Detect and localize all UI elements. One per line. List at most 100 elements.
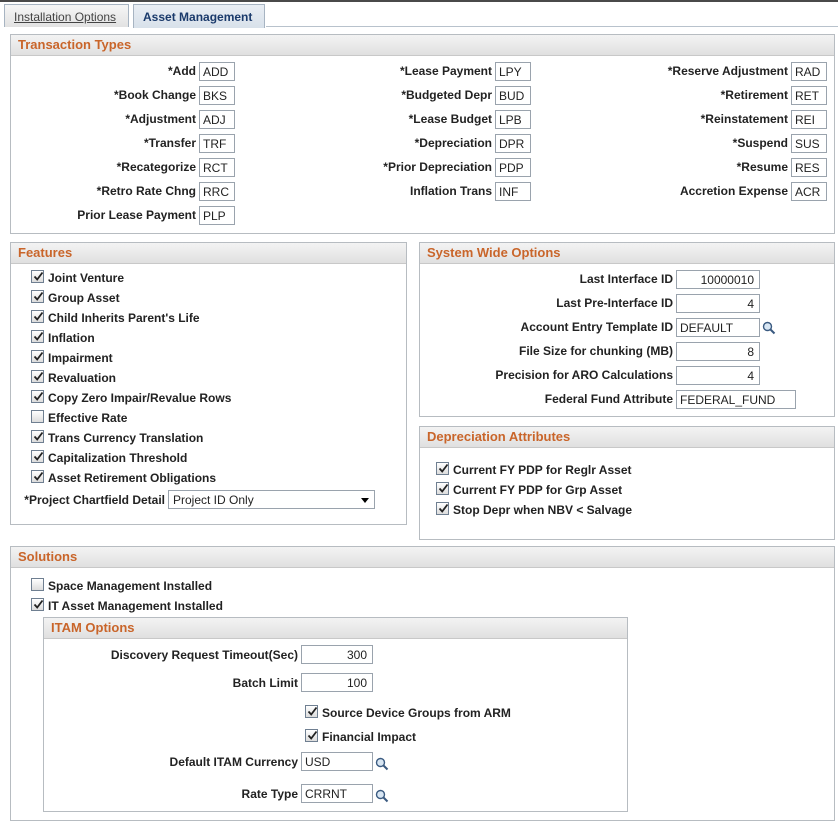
project-chartfield-value: Project ID Only — [173, 493, 254, 507]
feature-checkbox[interactable] — [31, 290, 44, 303]
transaction-type-field[interactable]: BKS — [199, 86, 235, 105]
feature-label: Revaluation — [48, 371, 117, 385]
transaction-type-field[interactable]: RET — [791, 86, 827, 105]
feature-label: Copy Zero Impair/Revalue Rows — [48, 391, 232, 405]
transaction-type-label: Accretion Expense — [679, 184, 788, 198]
depreciation-checkbox[interactable] — [436, 482, 449, 495]
transaction-type-field[interactable]: DPR — [495, 134, 531, 153]
transaction-type-label: *Prior Depreciation — [383, 160, 492, 174]
feature-checkbox[interactable] — [31, 390, 44, 403]
feature-label: Trans Currency Translation — [48, 431, 204, 445]
file-size-field[interactable]: 8 — [676, 342, 760, 361]
rate-type-field[interactable]: CRRNT — [301, 784, 373, 803]
chevron-down-icon — [361, 498, 369, 503]
last-interface-label: Last Interface ID — [579, 272, 673, 286]
tab-label: Installation Options — [14, 10, 117, 24]
transaction-type-field[interactable]: RCT — [199, 158, 235, 177]
transaction-type-field[interactable]: TRF — [199, 134, 235, 153]
feature-checkbox[interactable] — [31, 270, 44, 283]
feature-label: Asset Retirement Obligations — [48, 471, 217, 485]
space-mgmt-label: Space Management Installed — [48, 579, 213, 593]
project-chartfield-select[interactable]: Project ID Only — [168, 490, 375, 509]
magnifier-icon[interactable] — [762, 321, 776, 335]
solutions-title: Solutions — [11, 547, 834, 568]
source-groups-label: Source Device Groups from ARM — [322, 706, 511, 720]
federal-fund-field[interactable]: FEDERAL_FUND — [676, 390, 796, 409]
transaction-type-label: *Depreciation — [414, 136, 492, 150]
magnifier-icon[interactable] — [375, 757, 389, 771]
feature-checkbox[interactable] — [31, 430, 44, 443]
financial-impact-checkbox[interactable] — [305, 729, 318, 742]
feature-checkbox[interactable] — [31, 410, 44, 423]
space-mgmt-checkbox[interactable] — [31, 578, 44, 591]
batch-limit-field[interactable]: 100 — [301, 673, 373, 692]
checkmark-icon — [33, 271, 44, 281]
project-chartfield-label: *Project Chartfield Detail — [24, 493, 165, 507]
depreciation-label: Stop Depr when NBV < Salvage — [453, 503, 633, 517]
features-title: Features — [11, 243, 406, 264]
transaction-type-field[interactable]: LPY — [495, 62, 531, 81]
transaction-type-label: *Add — [168, 64, 196, 78]
feature-checkbox[interactable] — [31, 310, 44, 323]
transaction-type-label: *Lease Budget — [408, 112, 492, 126]
checkmark-icon — [33, 311, 44, 321]
tab-installation-options[interactable]: Installation Options — [4, 4, 129, 27]
depreciation-label: Current FY PDP for Reglr Asset — [453, 463, 632, 477]
source-groups-checkbox[interactable] — [305, 705, 318, 718]
transaction-type-field[interactable]: SUS — [791, 134, 827, 153]
transaction-type-field[interactable]: LPB — [495, 110, 531, 129]
transaction-type-label: *Book Change — [113, 88, 196, 102]
feature-checkbox[interactable] — [31, 470, 44, 483]
top-border — [0, 0, 838, 2]
currency-field[interactable]: USD — [301, 752, 373, 771]
checkmark-icon — [33, 471, 44, 481]
precision-field[interactable]: 4 — [676, 366, 760, 385]
file-size-label: File Size for chunking (MB) — [518, 344, 673, 358]
itam-installed-label: IT Asset Management Installed — [48, 599, 223, 613]
precision-label: Precision for ARO Calculations — [495, 368, 673, 382]
transaction-type-field[interactable]: REI — [791, 110, 827, 129]
depreciation-checkbox[interactable] — [436, 462, 449, 475]
feature-checkbox[interactable] — [31, 450, 44, 463]
financial-impact-label: Financial Impact — [322, 730, 417, 744]
depreciation-checkbox[interactable] — [436, 502, 449, 515]
transaction-type-label: *Budgeted Depr — [401, 88, 492, 102]
transaction-type-field[interactable]: RES — [791, 158, 827, 177]
transaction-type-label: *Retro Rate Chng — [96, 184, 196, 198]
transaction-type-field[interactable]: INF — [495, 182, 531, 201]
transaction-type-label: *Transfer — [143, 136, 196, 150]
depreciation-title: Depreciation Attributes — [420, 427, 834, 448]
batch-limit-label: Batch Limit — [232, 676, 298, 690]
feature-checkbox[interactable] — [31, 370, 44, 383]
feature-label: Group Asset — [48, 291, 120, 305]
transaction-type-label: Inflation Trans — [409, 184, 492, 198]
tab-label: Asset Management — [143, 10, 253, 24]
federal-fund-label: Federal Fund Attribute — [544, 392, 673, 406]
transaction-type-field[interactable]: ADD — [199, 62, 235, 81]
feature-label: Child Inherits Parent's Life — [48, 311, 200, 325]
transaction-type-field[interactable]: ACR — [791, 182, 827, 201]
feature-label: Effective Rate — [48, 411, 128, 425]
transaction-type-label: *Resume — [736, 160, 788, 174]
transaction-type-label: *Adjustment — [125, 112, 196, 126]
feature-checkbox[interactable] — [31, 350, 44, 363]
checkmark-icon — [33, 391, 44, 401]
transaction-type-field[interactable]: PLP — [199, 206, 235, 225]
feature-label: Joint Venture — [48, 271, 125, 285]
transaction-type-field[interactable]: BUD — [495, 86, 531, 105]
feature-checkbox[interactable] — [31, 330, 44, 343]
magnifier-icon[interactable] — [375, 789, 389, 803]
transaction-type-field[interactable]: RRC — [199, 182, 235, 201]
last-interface-field[interactable]: 10000010 — [676, 270, 760, 289]
tab-divider — [266, 26, 838, 27]
account-template-field[interactable]: DEFAULT — [676, 318, 760, 337]
transaction-type-field[interactable]: RAD — [791, 62, 827, 81]
tab-asset-management[interactable]: Asset Management — [133, 4, 265, 28]
timeout-field[interactable]: 300 — [301, 645, 373, 664]
transaction-type-field[interactable]: ADJ — [199, 110, 235, 129]
currency-label: Default ITAM Currency — [169, 755, 298, 769]
timeout-label: Discovery Request Timeout(Sec) — [110, 648, 298, 662]
last-pre-interface-field[interactable]: 4 — [676, 294, 760, 313]
itam-installed-checkbox[interactable] — [31, 598, 44, 611]
transaction-type-field[interactable]: PDP — [495, 158, 531, 177]
